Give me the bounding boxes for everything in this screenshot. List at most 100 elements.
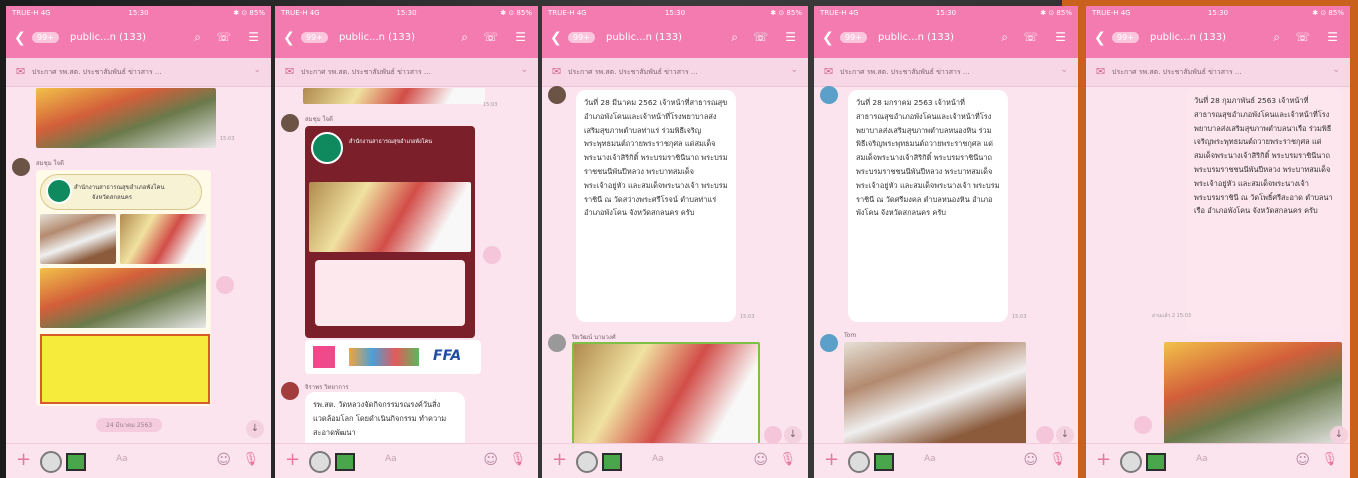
message-input[interactable]: Aa [924,454,936,464]
reaction-button[interactable] [1134,416,1152,434]
announcement-bar[interactable]: ✉ ประกาศ รพ.สต. ประชาสัมพันธ์ ข่าวสาร ..… [6,58,271,87]
text-message[interactable]: วันที่ 28 มีนาคม 2562 เจ้าหน้าที่สาธารณส… [576,90,736,322]
chevron-down-icon[interactable]: ↓ [784,426,802,444]
emoji-icon[interactable]: ☺ [1295,452,1310,468]
logo-icon [349,348,419,366]
mic-icon[interactable]: 🎙 [1321,452,1338,467]
message-input[interactable]: Aa [385,454,397,464]
chat-title[interactable]: public...n (133) [1150,32,1226,43]
chat-title[interactable]: public...n (133) [878,32,954,43]
chevron-down-icon[interactable]: ⌄ [1060,65,1068,75]
reaction-button[interactable] [216,276,234,294]
message-input[interactable]: Aa [116,454,128,464]
phone-icon[interactable]: ☏ [216,30,231,44]
camera-icon[interactable] [309,451,331,473]
poster-message[interactable]: สำนักงานสาธารณสุขอำเภอพังโคน จังหวัดสกลน… [36,170,211,406]
clock: 15:30 [935,9,957,17]
mic-icon[interactable]: 🎙 [242,452,259,467]
camera-icon[interactable] [40,451,62,473]
reaction-button[interactable] [1036,426,1054,444]
megaphone-icon: ✉ [285,65,295,78]
mic-icon[interactable]: 🎙 [509,452,526,467]
emoji-icon[interactable]: ☺ [1023,452,1038,468]
chat-header: ❮ 99+ public...n (133) ⌕ ☏ ☰ [275,20,538,58]
back-icon[interactable]: ❮ [550,30,562,46]
chevron-down-icon[interactable]: ↓ [1330,426,1348,444]
photo-message[interactable] [36,88,216,148]
avatar[interactable] [12,158,30,176]
photo-message[interactable] [1164,342,1342,446]
search-icon[interactable]: ⌕ [731,30,738,45]
chevron-down-icon[interactable]: ↓ [246,420,264,438]
poster-message[interactable]: สำนักงานสาธารณสุขอำเภอพังโคน [305,126,475,338]
camera-icon[interactable] [848,451,870,473]
unread-badge: 99+ [301,32,328,43]
chevron-down-icon[interactable]: ↓ [1056,426,1074,444]
search-icon[interactable]: ⌕ [461,30,468,45]
search-icon[interactable]: ⌕ [1001,30,1008,45]
plus-icon[interactable]: + [1096,449,1111,470]
chat-title[interactable]: public...n (133) [339,32,415,43]
chat-title[interactable]: public...n (133) [70,32,146,43]
plus-icon[interactable]: + [824,449,839,470]
back-icon[interactable]: ❮ [283,30,295,46]
avatar[interactable] [281,114,299,132]
image-icon[interactable] [874,453,894,471]
phone-icon[interactable]: ☏ [1295,30,1310,44]
reaction-button[interactable] [483,246,501,264]
image-icon[interactable] [1146,453,1166,471]
text-message[interactable]: วันที่ 28 มกราคม 2563 เจ้าหน้าที่สาธารณส… [848,90,1008,322]
plus-icon[interactable]: + [285,449,300,470]
search-icon[interactable]: ⌕ [1273,30,1280,45]
mic-icon[interactable]: 🎙 [1049,452,1066,467]
phone-icon[interactable]: ☏ [483,30,498,44]
collage-photo [40,268,206,328]
photo-message[interactable] [844,342,1026,446]
avatar[interactable] [820,334,838,352]
announcement-bar[interactable]: ✉ ประกาศ รพ.สต. ประชาสัมพันธ์ ข่าวสาร ..… [814,58,1078,87]
emoji-icon[interactable]: ☺ [483,452,498,468]
chevron-down-icon[interactable]: ⌄ [520,65,528,75]
announcement-bar[interactable]: ✉ ประกาศ รพ.สต. ประชาสัมพันธ์ ข่าวสาร ..… [542,58,808,87]
menu-icon[interactable]: ☰ [515,30,526,44]
emoji-icon[interactable]: ☺ [216,452,231,468]
poster-title: สำนักงานสาธารณสุขอำเภอพังโคน [349,139,433,145]
announcement-bar[interactable]: ✉ ประกาศ รพ.สต. ประชาสัมพันธ์ ข่าวสาร ..… [275,58,538,87]
back-icon[interactable]: ❮ [822,30,834,46]
menu-icon[interactable]: ☰ [785,30,796,44]
menu-icon[interactable]: ☰ [248,30,259,44]
menu-icon[interactable]: ☰ [1327,30,1338,44]
avatar[interactable] [281,382,299,400]
phone-icon[interactable]: ☏ [753,30,768,44]
phone-icon[interactable]: ☏ [1023,30,1038,44]
avatar[interactable] [548,86,566,104]
plus-icon[interactable]: + [552,449,567,470]
camera-icon[interactable] [576,451,598,473]
avatar[interactable] [820,86,838,104]
plus-icon[interactable]: + [16,449,31,470]
camera-icon[interactable] [1120,451,1142,473]
image-icon[interactable] [602,453,622,471]
message-input[interactable]: Aa [652,454,664,464]
photo-message[interactable] [572,342,760,450]
search-icon[interactable]: ⌕ [194,30,201,45]
menu-icon[interactable]: ☰ [1055,30,1066,44]
chevron-down-icon[interactable]: ⌄ [1332,65,1340,75]
back-icon[interactable]: ❮ [14,30,26,46]
back-icon[interactable]: ❮ [1094,30,1106,46]
emoji-icon[interactable]: ☺ [753,452,768,468]
image-icon[interactable] [335,453,355,471]
avatar[interactable] [548,334,566,352]
image-icon[interactable] [66,453,86,471]
photo-message[interactable] [303,88,485,104]
text-message[interactable]: วันที่ 28 กุมภาพันธ์ 2563 เจ้าหน้าที่สาธ… [1186,88,1342,332]
status-bar: TRUE-H 4G 15:30 ✱ ⊙ 85% [814,6,1078,20]
announcement-bar[interactable]: ✉ ประกาศ รพ.สต. ประชาสัมพันธ์ ข่าวสาร ..… [1086,58,1350,87]
chevron-down-icon[interactable]: ⌄ [790,65,798,75]
chevron-down-icon[interactable]: ⌄ [253,65,261,75]
message-input[interactable]: Aa [1196,454,1208,464]
mic-icon[interactable]: 🎙 [779,452,796,467]
reaction-button[interactable] [764,426,782,444]
chat-title[interactable]: public...n (133) [606,32,682,43]
announcement-text: ประกาศ รพ.สต. ประชาสัมพันธ์ ข่าวสาร ... [568,68,698,76]
